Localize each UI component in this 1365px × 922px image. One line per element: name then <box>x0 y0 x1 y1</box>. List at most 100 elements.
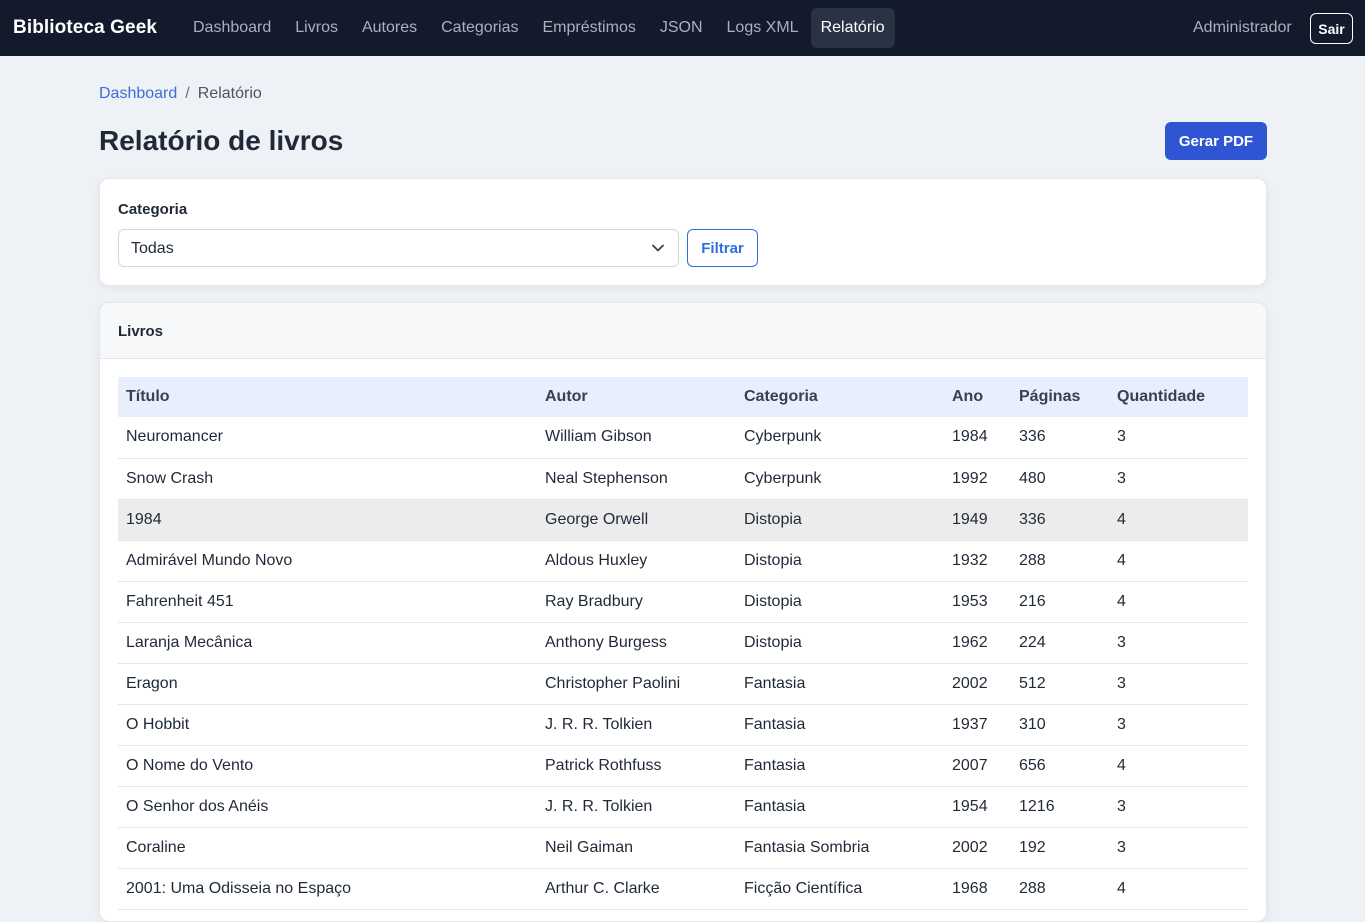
breadcrumb-dashboard-link[interactable]: Dashboard <box>99 85 177 103</box>
table-cell: 4 <box>1117 756 1126 774</box>
table-cell: 310 <box>1019 715 1046 733</box>
table-cell: Arthur C. Clarke <box>545 879 660 897</box>
nav-link-logs-xml[interactable]: Logs XML <box>715 8 811 48</box>
table-row[interactable]: O Senhor dos Anéis J. R. R. Tolkien Fantas… <box>118 786 1248 827</box>
table-cell: 1968 <box>952 879 988 897</box>
chevron-down-icon <box>652 244 664 252</box>
column-header: Categoria <box>744 388 818 405</box>
column-header: Páginas <box>1019 388 1081 405</box>
table-cell: 1937 <box>952 715 988 733</box>
table-cell: O Senhor dos Anéis <box>126 797 269 815</box>
table-cell: O Hobbit <box>126 715 190 733</box>
filter-button[interactable]: Filtrar <box>687 229 758 267</box>
nav-link-dashboard[interactable]: Dashboard <box>181 8 283 48</box>
table-cell: Christopher Paolini <box>545 674 681 692</box>
books-table: Título Autor Categoria Ano Páginas Quantidade… <box>118 377 1248 910</box>
table-cell: 1949 <box>952 510 988 528</box>
table-cell: 1954 <box>952 797 988 815</box>
table-cell: 3 <box>1117 428 1126 446</box>
table-cell: 512 <box>1019 674 1046 692</box>
table-cell: Patrick Rothfuss <box>545 756 662 774</box>
table-cell: Cyberpunk <box>744 428 822 446</box>
table-cell: Fahrenheit 451 <box>126 592 234 610</box>
nav-link-autores[interactable]: Autores <box>350 8 429 48</box>
table-row[interactable]: Fahrenheit 451 Ray Bradbury Distopia 1953 21… <box>118 581 1248 622</box>
nav-link-livros[interactable]: Livros <box>283 8 350 48</box>
table-cell: 3 <box>1117 633 1126 651</box>
nav-link-relatorio[interactable]: Relatório <box>810 8 895 48</box>
table-row[interactable]: 1984 George Orwell Distopia 1949 336 4 <box>118 499 1248 540</box>
table-row[interactable]: 2001: Uma Odisseia no Espaço Arthur C. Cl… <box>118 868 1248 909</box>
table-cell: Distopia <box>744 551 802 569</box>
table-cell: 3 <box>1117 715 1126 733</box>
top-navbar: Biblioteca Geek Dashboard Livros Autores Ca… <box>0 0 1365 56</box>
column-header: Autor <box>545 388 588 405</box>
table-cell: Ficção Científica <box>744 879 863 897</box>
table-row[interactable]: Eragon Christopher Paolini Fantasia 2002 512… <box>118 663 1248 704</box>
table-cell: 1984 <box>952 428 988 446</box>
books-card: Livros Título Autor Categoria Ano Páginas Qua… <box>99 302 1267 922</box>
table-cell: Laranja Mecânica <box>126 633 253 651</box>
table-cell: 288 <box>1019 551 1046 569</box>
table-cell: 336 <box>1019 428 1046 446</box>
nav-link-json[interactable]: JSON <box>648 8 715 48</box>
brand-logo[interactable]: Biblioteca Geek <box>13 17 157 39</box>
table-cell: 3 <box>1117 838 1126 856</box>
table-row[interactable]: Admirável Mundo Novo Aldous Huxley Distopi… <box>118 540 1248 581</box>
table-cell: 192 <box>1019 838 1046 856</box>
table-row[interactable]: Neuromancer William Gibson Cyberpunk 1984 33… <box>118 417 1248 458</box>
column-header: Ano <box>952 388 984 405</box>
table-cell: 3 <box>1117 674 1126 692</box>
column-header: Título <box>126 388 170 405</box>
generate-pdf-button[interactable]: Gerar PDF <box>1165 122 1267 160</box>
table-cell: Fantasia <box>744 715 806 733</box>
table-cell: George Orwell <box>545 510 649 528</box>
table-cell: Distopia <box>744 633 802 651</box>
table-cell: 2001: Uma Odisseia no Espaço <box>126 879 352 897</box>
table-cell: William Gibson <box>545 428 652 446</box>
nav-link-categorias[interactable]: Categorias <box>429 8 530 48</box>
table-cell: Neil Gaiman <box>545 838 634 856</box>
table-cell: Neal Stephenson <box>545 469 668 487</box>
table-row[interactable]: O Nome do Vento Patrick Rothfuss Fantasia 2… <box>118 745 1248 786</box>
category-filter-label: Categoria <box>118 201 188 218</box>
table-cell: 1953 <box>952 592 988 610</box>
table-cell: Distopia <box>744 510 802 528</box>
table-cell: Eragon <box>126 674 178 692</box>
table-cell: 4 <box>1117 592 1126 610</box>
table-cell: Snow Crash <box>126 469 214 487</box>
table-cell: Neuromancer <box>126 428 223 446</box>
table-cell: Coraline <box>126 838 186 856</box>
table-body: Neuromancer William Gibson Cyberpunk 1984 33… <box>118 417 1248 909</box>
books-card-title: Livros <box>118 323 164 340</box>
category-select-value: Todas <box>131 240 174 257</box>
table-cell: Aldous Huxley <box>545 551 648 569</box>
logout-button[interactable]: Sair <box>1310 13 1353 44</box>
table-row[interactable]: O Hobbit J. R. R. Tolkien Fantasia 1937 310 3 <box>118 704 1248 745</box>
table-cell: 4 <box>1117 551 1126 569</box>
table-header-row: Título Autor Categoria Ano Páginas Quantidade <box>118 377 1248 417</box>
category-select[interactable]: Todas <box>118 229 679 267</box>
table-cell: 1216 <box>1019 797 1055 815</box>
table-row[interactable]: Snow Crash Neal Stephenson Cyberpunk 1992 48… <box>118 458 1248 499</box>
table-cell: 3 <box>1117 469 1126 487</box>
table-cell: Ray Bradbury <box>545 592 643 610</box>
table-cell: 224 <box>1019 633 1046 651</box>
user-name: Administrador <box>1193 19 1292 36</box>
breadcrumb-separator: / <box>185 85 190 102</box>
table-cell: 656 <box>1019 756 1046 774</box>
table-cell: Cyberpunk <box>744 469 822 487</box>
books-card-header: Livros <box>100 303 1266 359</box>
breadcrumb-current: Relatório <box>197 85 262 102</box>
table-cell: O Nome do Vento <box>126 756 254 774</box>
page-title: Relatório de livros <box>99 125 344 156</box>
filter-card: Categoria Todas Filtrar <box>99 178 1267 286</box>
table-row[interactable]: Laranja Mecânica Anthony Burgess Distopia 1… <box>118 622 1248 663</box>
table-cell: 216 <box>1019 592 1046 610</box>
table-row[interactable]: Coraline Neil Gaiman Fantasia Sombria 2002 1… <box>118 827 1248 868</box>
table-cell: 1962 <box>952 633 988 651</box>
table-cell: 480 <box>1019 469 1046 487</box>
nav-link-emprestimos[interactable]: Empréstimos <box>530 8 647 48</box>
table-cell: 2002 <box>952 674 988 692</box>
table-cell: Distopia <box>744 592 802 610</box>
